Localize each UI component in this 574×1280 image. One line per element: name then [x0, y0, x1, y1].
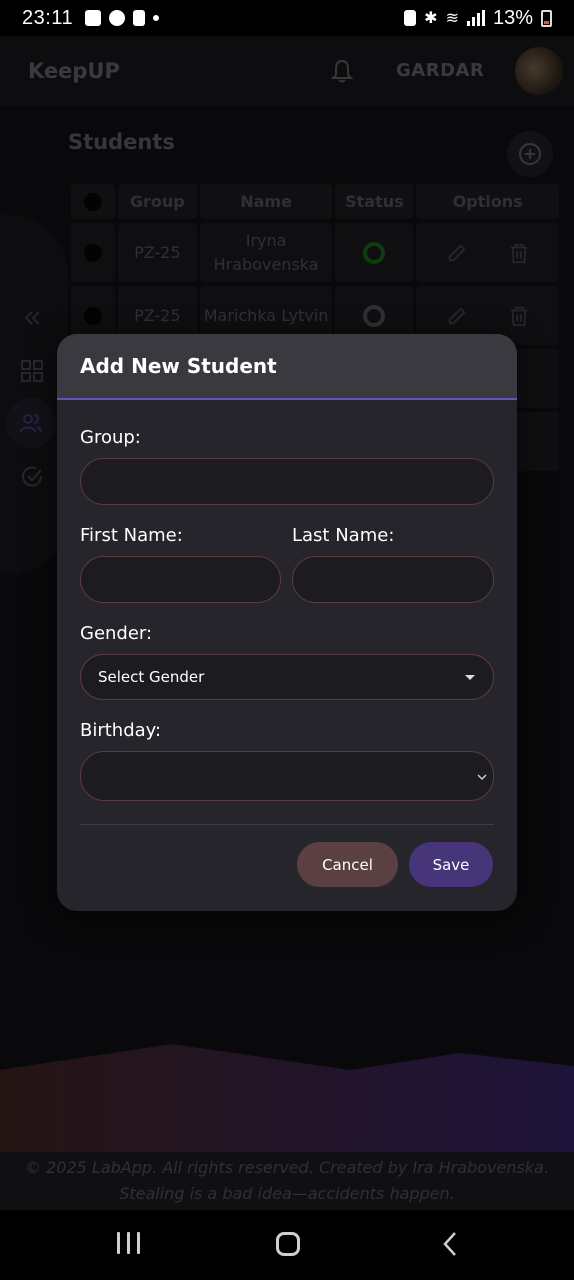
status-bar: 23:11 ✱ ≋ 13% [0, 0, 574, 36]
system-icons: ✱ ≋ 13% [404, 7, 552, 30]
chevron-down-icon[interactable] [475, 770, 489, 784]
cancel-button[interactable]: Cancel [297, 842, 398, 887]
battery-percent: 13% [492, 6, 533, 29]
first-name-label: First Name: [80, 525, 183, 546]
dropdown-caret-icon [465, 675, 475, 680]
bluetooth-icon: ✱ [424, 10, 438, 27]
birthday-input[interactable] [80, 751, 494, 801]
screen: 23:11 ✱ ≋ 13% KeepUP GARDAR Students Gro… [0, 0, 574, 1280]
dialog-header: Add New Student [57, 334, 517, 400]
back-icon[interactable] [440, 1230, 460, 1258]
group-input[interactable] [80, 458, 494, 505]
last-name-label: Last Name: [292, 525, 395, 546]
gender-label: Gender: [80, 623, 153, 644]
battery-saver-icon [404, 10, 417, 26]
gender-selected-value: Select Gender [98, 668, 205, 686]
notification-icons [85, 10, 160, 26]
clock: 23:11 [22, 6, 74, 29]
last-name-input[interactable] [292, 556, 494, 603]
gender-select[interactable]: Select Gender [80, 654, 494, 700]
recents-icon[interactable] [117, 1232, 140, 1254]
first-name-input[interactable] [80, 556, 281, 603]
system-nav-bar [0, 1210, 574, 1280]
dialog-title: Add New Student [80, 354, 277, 378]
birthday-label: Birthday: [80, 720, 162, 741]
battery-icon [541, 9, 552, 27]
alert-icon [133, 10, 146, 26]
save-button[interactable]: Save [409, 842, 493, 887]
signal-icon [466, 10, 485, 26]
more-notifications-icon [153, 15, 160, 21]
accessibility-icon [109, 10, 126, 26]
wifi-icon: ≋ [445, 10, 459, 27]
group-label: Group: [80, 427, 141, 448]
add-student-dialog: Add New Student Group: First Name: Last … [57, 334, 517, 911]
gallery-icon [85, 10, 102, 26]
dialog-divider [80, 824, 494, 825]
home-icon[interactable] [276, 1232, 300, 1256]
